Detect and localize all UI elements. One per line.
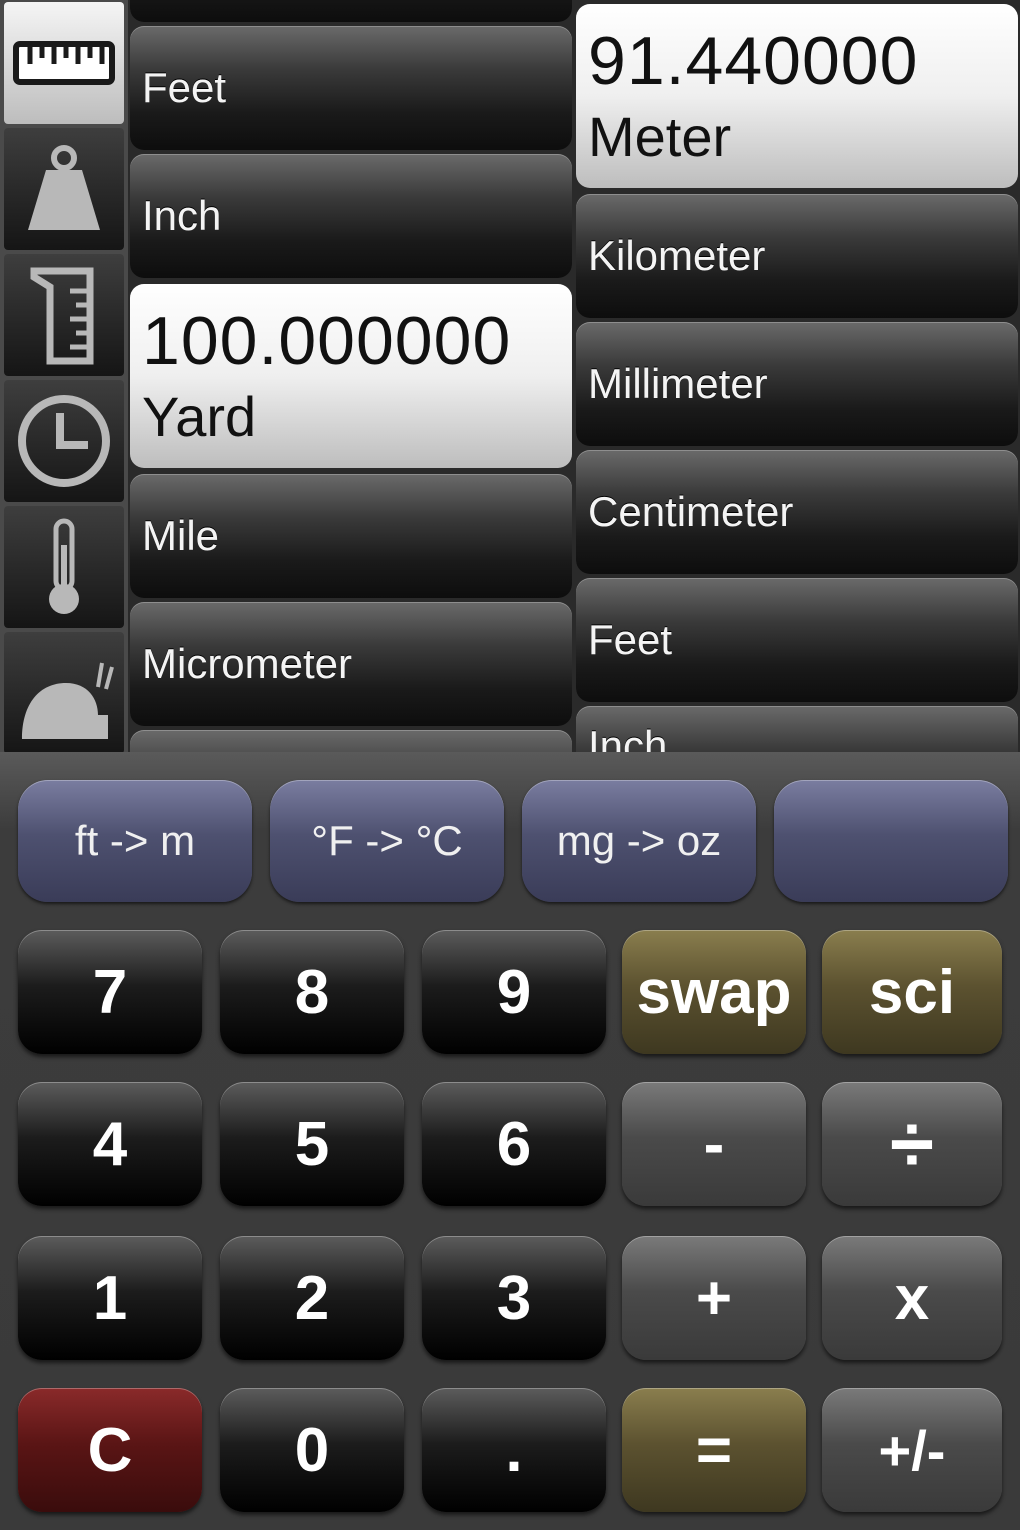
key-6[interactable]: 6 — [422, 1082, 606, 1206]
quick-convert-f-c[interactable]: °F -> °C — [270, 780, 504, 902]
quick-convert-mg-oz[interactable]: mg -> oz — [522, 780, 756, 902]
to-unit-feet[interactable]: Feet — [576, 578, 1018, 702]
unit-label: Centimeter — [588, 488, 794, 535]
sign-toggle-button[interactable]: +/- — [822, 1388, 1002, 1512]
unit-label: Kilometer — [588, 232, 766, 279]
list-item[interactable] — [130, 730, 572, 752]
from-value: 100.000000 — [142, 303, 512, 379]
tab-time[interactable] — [4, 380, 124, 502]
multiply-button[interactable]: x — [822, 1236, 1002, 1360]
key-4[interactable]: 4 — [18, 1082, 202, 1206]
clear-button[interactable]: C — [18, 1388, 202, 1512]
divide-button[interactable]: ÷ — [822, 1082, 1002, 1206]
thermometer-icon — [49, 518, 79, 614]
quick-convert-empty[interactable] — [774, 780, 1008, 902]
tab-speed[interactable] — [4, 632, 124, 752]
key-9[interactable]: 9 — [422, 930, 606, 1054]
from-unit-name: Yard — [142, 385, 257, 448]
unit-label: Millimeter — [588, 360, 768, 407]
to-unit-centimeter[interactable]: Centimeter — [576, 450, 1018, 574]
tab-volume[interactable] — [4, 254, 124, 376]
unit-label: Micrometer — [142, 640, 353, 687]
from-unit-micrometer[interactable]: Micrometer — [130, 602, 572, 726]
keypad: ft -> m °F -> °C mg -> oz 7 8 9 swap sci… — [0, 752, 1020, 1530]
snail-icon — [22, 662, 114, 739]
swap-button[interactable]: swap — [622, 930, 806, 1054]
minus-button[interactable]: - — [622, 1082, 806, 1206]
from-unit-list: Feet Inch 100.000000 Yard Mile Micromete… — [130, 0, 572, 752]
to-unit-inch[interactable]: Inch — [576, 706, 1018, 752]
key-1[interactable]: 1 — [18, 1236, 202, 1360]
unit-label: Inch — [142, 192, 222, 239]
unit-label: Feet — [588, 616, 673, 663]
key-8[interactable]: 8 — [220, 930, 404, 1054]
from-unit-inch[interactable]: Inch — [130, 154, 572, 278]
to-unit-name: Meter — [588, 105, 732, 168]
unit-label: Inch — [588, 722, 668, 752]
sci-button[interactable]: sci — [822, 930, 1002, 1054]
to-unit-millimeter[interactable]: Millimeter — [576, 322, 1018, 446]
list-item[interactable] — [130, 0, 572, 22]
unit-label: Mile — [142, 512, 220, 559]
category-tabs — [0, 0, 128, 752]
tab-length[interactable] — [4, 2, 124, 124]
ruler-icon — [13, 41, 115, 85]
from-unit-feet[interactable]: Feet — [130, 26, 572, 150]
tab-temperature[interactable] — [4, 506, 124, 628]
measuring-cup-icon — [30, 267, 94, 365]
to-unit-list: 91.440000 Meter Kilometer Millimeter Cen… — [576, 0, 1018, 752]
from-unit-mile[interactable]: Mile — [130, 474, 572, 598]
plus-button[interactable]: + — [622, 1236, 806, 1360]
tab-weight[interactable] — [4, 128, 124, 250]
decimal-button[interactable]: . — [422, 1388, 606, 1512]
key-5[interactable]: 5 — [220, 1082, 404, 1206]
clock-icon — [18, 395, 110, 487]
from-unit-selected[interactable]: 100.000000 Yard — [130, 284, 572, 468]
equals-button[interactable]: = — [622, 1388, 806, 1512]
to-value: 91.440000 — [588, 23, 919, 99]
key-2[interactable]: 2 — [220, 1236, 404, 1360]
to-unit-kilometer[interactable]: Kilometer — [576, 194, 1018, 318]
key-7[interactable]: 7 — [18, 930, 202, 1054]
to-unit-selected[interactable]: 91.440000 Meter — [576, 4, 1018, 188]
weight-icon — [28, 145, 100, 230]
unit-label: Feet — [142, 64, 227, 111]
quick-convert-ft-m[interactable]: ft -> m — [18, 780, 252, 902]
key-0[interactable]: 0 — [220, 1388, 404, 1512]
key-3[interactable]: 3 — [422, 1236, 606, 1360]
unit-picker: Feet Inch 100.000000 Yard Mile Micromete… — [0, 0, 1020, 752]
